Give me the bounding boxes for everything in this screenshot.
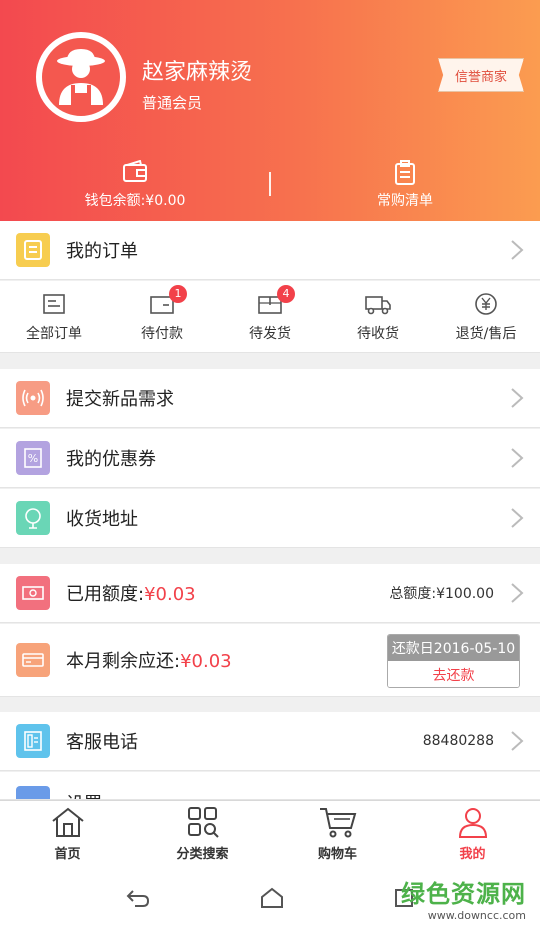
category-search-icon <box>187 807 219 838</box>
customer-service-label: 客服电话 <box>66 732 138 753</box>
order-tab-label: 待发货 <box>249 325 291 342</box>
frequent-list-label: 常购清单 <box>377 193 433 209</box>
repay-box: 还款日2016-05-10 去还款 <box>387 634 520 688</box>
new-product-request-label: 提交新品需求 <box>66 389 174 410</box>
tab-label: 我的 <box>459 847 486 862</box>
tab-mine[interactable]: 我的 <box>405 801 540 866</box>
bottom-tab-bar: 首页 分类搜索 购物车 我的 <box>0 800 540 866</box>
due-date: 还款日2016-05-10 <box>388 635 519 661</box>
signal-icon <box>16 381 50 415</box>
settings-label: 设置 <box>66 790 102 799</box>
monthly-remaining-label: 本月剩余应还: <box>66 651 181 672</box>
tab-label: 分类搜索 <box>176 847 229 862</box>
cash-icon <box>16 576 50 610</box>
order-status-tabs: 全部订单 1 待付款 4 待发货 待收货 退货/售后 <box>0 281 540 353</box>
cart-icon <box>319 808 356 838</box>
farmer-avatar-icon <box>57 49 105 105</box>
used-credit-row[interactable]: 已用额度:¥0.03 总额度:¥100.00 <box>0 564 540 623</box>
wallet-balance-label: 钱包余额:¥0.00 <box>84 193 186 209</box>
order-tab-label: 待付款 <box>141 325 183 342</box>
back-icon[interactable] <box>125 887 151 909</box>
used-credit-label: 已用额度: <box>66 584 145 605</box>
watermark-title: 绿色资源网 <box>401 880 526 908</box>
user-name: 赵家麻辣烫 <box>142 60 253 85</box>
total-credit: 总额度:¥100.00 <box>389 586 494 602</box>
chevron-right-icon <box>511 448 524 468</box>
tab-cart[interactable]: 购物车 <box>270 801 405 866</box>
watermark: 绿色资源网 www.downcc.com <box>401 874 526 922</box>
order-tab-label: 待收货 <box>357 325 399 342</box>
yuan-return-icon <box>475 292 497 315</box>
list-icon <box>43 293 65 314</box>
order-tab-label: 全部订单 <box>26 325 82 342</box>
truck-icon <box>365 295 391 314</box>
profile-header: 赵家麻辣烫 普通会员 信誉商家 钱包余额:¥0.00 常购清单 <box>0 0 540 221</box>
order-tab-returns[interactable]: 退货/售后 <box>432 281 540 352</box>
tab-category-search[interactable]: 分类搜索 <box>135 801 270 866</box>
chevron-right-icon <box>511 508 524 528</box>
new-product-request-row[interactable]: 提交新品需求 <box>0 369 540 428</box>
chevron-right-icon <box>511 388 524 408</box>
location-pin-icon <box>16 501 50 535</box>
card-icon <box>16 643 50 677</box>
my-orders-label: 我的订单 <box>66 241 138 262</box>
home-icon <box>51 807 84 837</box>
coupons-label: 我的优惠券 <box>66 449 156 470</box>
tab-label: 购物车 <box>317 847 357 862</box>
to-ship-count-badge: 4 <box>277 284 295 303</box>
chevron-right-icon <box>511 583 524 603</box>
phone-icon <box>16 724 50 758</box>
wallet-icon <box>123 160 147 182</box>
order-tab-all[interactable]: 全部订单 <box>0 281 108 352</box>
tab-label: 首页 <box>54 847 81 862</box>
service-phone-number: 88480288 <box>422 733 494 749</box>
repay-button[interactable]: 去还款 <box>388 661 519 687</box>
wallet-balance[interactable]: 钱包余额:¥0.00 <box>0 160 270 210</box>
my-orders-row[interactable]: 我的订单 <box>0 221 540 280</box>
coupons-row[interactable]: % 我的优惠券 <box>0 429 540 488</box>
watermark-url: www.downcc.com <box>427 909 526 922</box>
user-icon <box>458 808 487 838</box>
address-label: 收货地址 <box>66 509 138 530</box>
customer-service-row[interactable]: 客服电话 88480288 <box>0 712 540 771</box>
home-button-icon[interactable] <box>260 887 284 909</box>
avatar[interactable] <box>36 32 126 122</box>
chevron-right-icon <box>511 240 524 260</box>
settings-row[interactable]: 设置 <box>0 772 540 800</box>
order-tab-unpaid[interactable]: 1 待付款 <box>108 281 216 352</box>
frequent-list[interactable]: 常购清单 <box>270 160 540 210</box>
used-credit-value: ¥0.03 <box>144 584 196 605</box>
unpaid-count-badge: 1 <box>169 284 187 303</box>
address-row[interactable]: 收货地址 <box>0 489 540 548</box>
tab-home[interactable]: 首页 <box>0 801 135 866</box>
svg-text:%: % <box>28 452 38 465</box>
order-tab-to-ship[interactable]: 4 待发货 <box>216 281 324 352</box>
coupon-icon: % <box>16 441 50 475</box>
chevron-right-icon <box>511 731 524 751</box>
trust-badge: 信誉商家 <box>438 58 524 92</box>
monthly-remaining-value: ¥0.03 <box>180 651 232 672</box>
order-tab-label: 退货/售后 <box>455 325 517 342</box>
order-tab-to-receive[interactable]: 待收货 <box>324 281 432 352</box>
clipboard-icon <box>395 160 415 185</box>
member-level: 普通会员 <box>142 94 203 112</box>
gear-icon <box>16 786 50 799</box>
orders-icon <box>16 233 50 267</box>
